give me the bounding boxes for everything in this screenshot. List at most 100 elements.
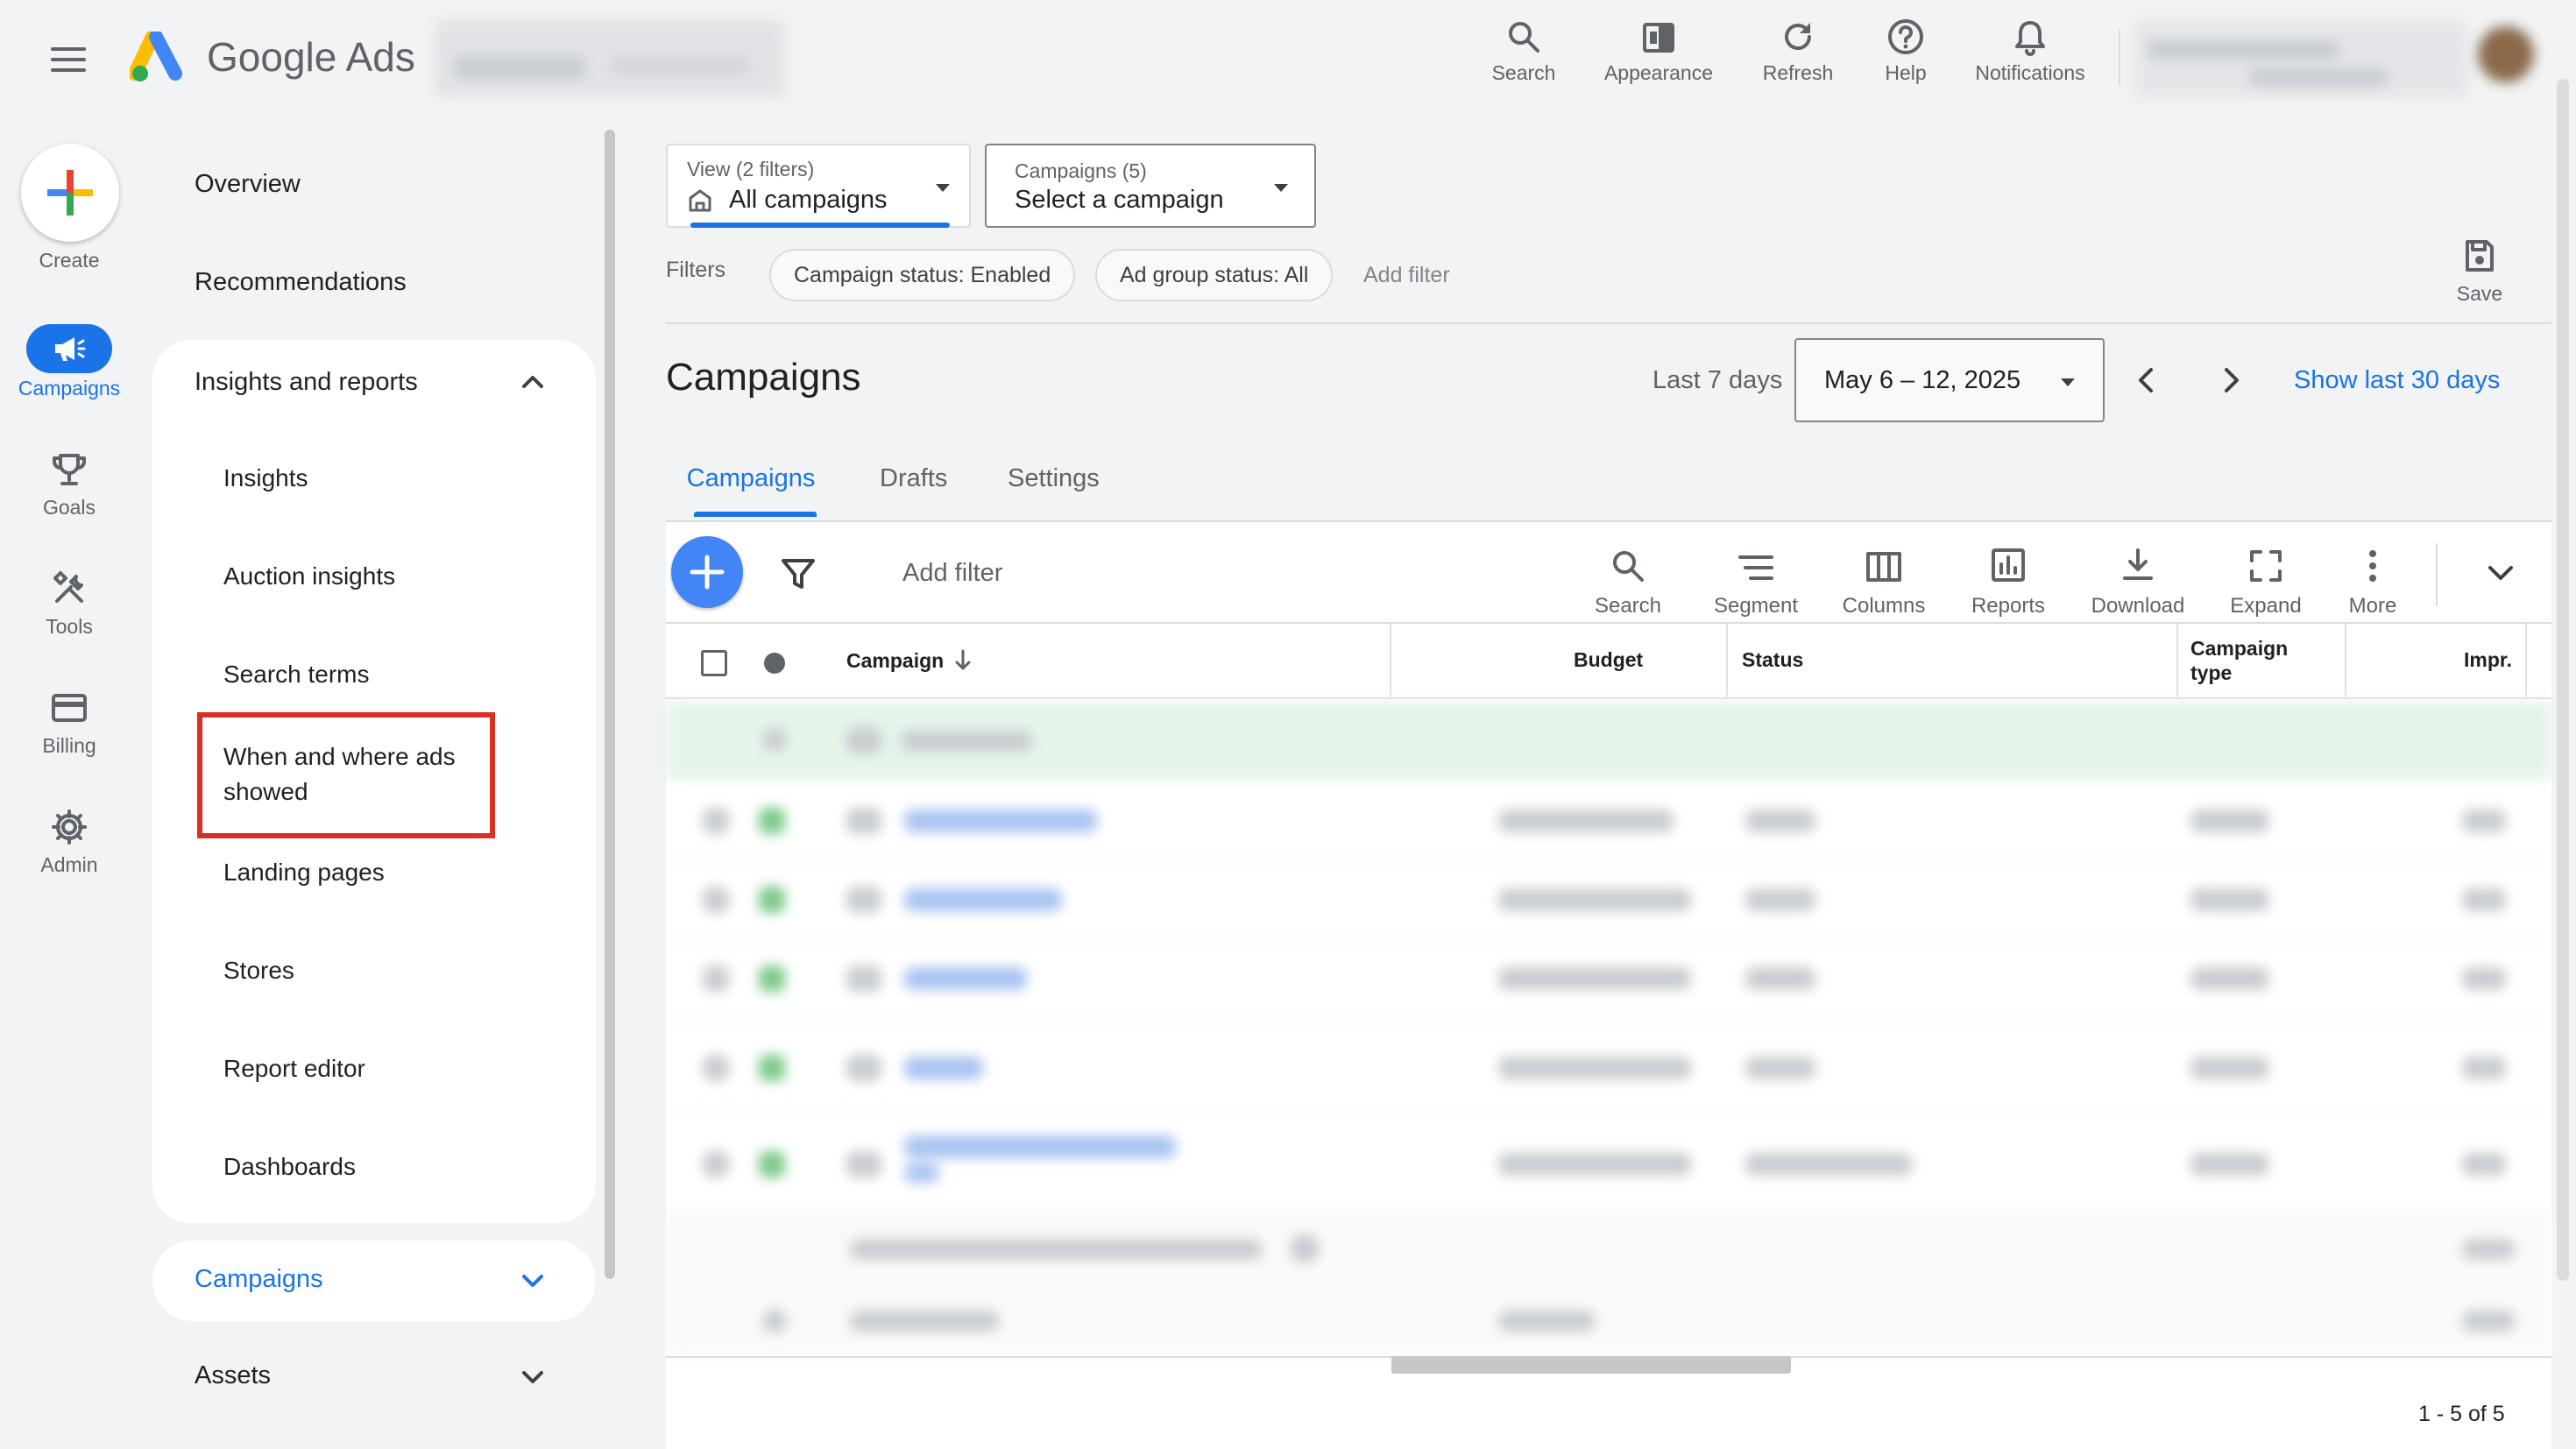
nav-report-editor[interactable]: Report editor bbox=[223, 1055, 365, 1083]
col-header-budget[interactable]: Budget bbox=[1574, 648, 1643, 672]
account-info[interactable] bbox=[2134, 19, 2467, 98]
rail-billing-label: Billing bbox=[42, 734, 96, 757]
campaign-selector[interactable]: Campaigns (5) Select a campaign bbox=[985, 144, 1316, 228]
view-selector-caption: View (2 filters) bbox=[687, 158, 815, 180]
trophy-icon bbox=[53, 454, 86, 485]
rail-campaigns[interactable]: Campaigns bbox=[0, 324, 138, 400]
header-appearance-button[interactable]: Appearance bbox=[1584, 12, 1733, 85]
page-scrollbar[interactable] bbox=[2557, 79, 2569, 1281]
col-header-status[interactable]: Status bbox=[1742, 648, 1803, 672]
col-header-campaign-type-line1: Campaign bbox=[2190, 637, 2289, 660]
toolbar-segment-button[interactable]: Segment bbox=[1703, 534, 1808, 618]
toolbar-reports-button[interactable]: Reports bbox=[1956, 534, 2061, 618]
main-menu-button[interactable] bbox=[44, 39, 93, 81]
download-icon bbox=[2123, 548, 2153, 580]
filter-button[interactable] bbox=[778, 554, 818, 594]
nav-insights[interactable]: Insights bbox=[223, 464, 308, 492]
dropdown-arrow-icon bbox=[2061, 378, 2075, 386]
filter-chip-ad-group-status[interactable]: Ad group status: All bbox=[1095, 249, 1334, 301]
filter-chip-campaign-status-label: Campaign status: Enabled bbox=[794, 262, 1051, 287]
toolbar-search-button[interactable]: Search bbox=[1575, 534, 1681, 618]
col-header-impressions[interactable]: Impr. bbox=[2464, 648, 2512, 672]
dropdown-arrow-icon bbox=[936, 184, 950, 192]
col-header-campaign-label: Campaign bbox=[846, 648, 945, 672]
date-prev-button[interactable] bbox=[2127, 361, 2166, 399]
tab-campaigns[interactable]: Campaigns bbox=[680, 461, 822, 520]
nav-campaigns-group-label: Campaigns bbox=[195, 1265, 323, 1293]
nav-landing-pages[interactable]: Landing pages bbox=[223, 859, 385, 887]
tab-drafts[interactable]: Drafts bbox=[880, 464, 947, 493]
avatar[interactable] bbox=[2478, 26, 2534, 82]
nav-recommendations[interactable]: Recommendations bbox=[195, 268, 407, 297]
rail-goals-label: Goals bbox=[42, 496, 96, 519]
help-icon bbox=[1888, 19, 1923, 54]
date-range-value: May 6 – 12, 2025 bbox=[1824, 366, 2021, 394]
header-appearance-label: Appearance bbox=[1603, 61, 1714, 84]
account-selector[interactable] bbox=[435, 19, 785, 98]
nav-overview[interactable]: Overview bbox=[195, 170, 301, 199]
header-search-label: Search bbox=[1491, 61, 1556, 84]
col-divider bbox=[1726, 624, 1728, 697]
table-horizontal-scrollbar[interactable] bbox=[1391, 1356, 1791, 1374]
nav-dashboards[interactable]: Dashboards bbox=[223, 1153, 356, 1181]
toolbar-columns-label: Columns bbox=[1842, 594, 1926, 618]
plus-icon bbox=[47, 170, 93, 216]
search-icon bbox=[1509, 22, 1539, 53]
tab-settings[interactable]: Settings bbox=[1008, 464, 1100, 493]
rail-tools-label: Tools bbox=[46, 615, 93, 638]
nav-auction-insights[interactable]: Auction insights bbox=[223, 562, 395, 590]
columns-icon bbox=[1866, 552, 1901, 582]
toolbar-search-label: Search bbox=[1594, 594, 1662, 618]
nav-campaigns-group[interactable]: Campaigns bbox=[152, 1240, 596, 1321]
add-filter-link[interactable]: Add filter bbox=[1363, 263, 1450, 288]
nav-assets-group[interactable]: Assets bbox=[152, 1340, 596, 1414]
header-search-button[interactable]: Search bbox=[1449, 12, 1598, 85]
status-header-dot bbox=[764, 653, 785, 674]
nav-scrollbar[interactable] bbox=[605, 130, 615, 1279]
col-header-campaign-type[interactable]: Campaign type bbox=[2190, 636, 2288, 685]
select-all-checkbox[interactable] bbox=[701, 650, 727, 676]
google-ads-logo-icon bbox=[130, 32, 182, 81]
date-next-button[interactable] bbox=[2212, 361, 2250, 399]
filter-chip-campaign-status[interactable]: Campaign status: Enabled bbox=[769, 249, 1076, 301]
table-body bbox=[666, 701, 2551, 1356]
header-notifications-button[interactable]: Notifications bbox=[1956, 12, 2105, 85]
tools-icon bbox=[53, 571, 83, 603]
nav-when-where-ads-showed[interactable]: When and where ads showed bbox=[223, 739, 486, 809]
toolbar-expand-button[interactable]: Expand bbox=[2213, 534, 2318, 618]
plus-icon bbox=[690, 555, 725, 590]
save-button[interactable]: Save bbox=[2436, 237, 2523, 306]
megaphone-icon bbox=[55, 337, 86, 361]
show-last-30-days-link[interactable]: Show last 30 days bbox=[2294, 366, 2500, 395]
toolbar-divider bbox=[2436, 543, 2438, 606]
col-header-campaign[interactable]: Campaign bbox=[846, 648, 973, 673]
col-header-campaign-type-line2: type bbox=[2190, 661, 2233, 684]
rail-admin[interactable]: Admin bbox=[0, 806, 138, 877]
chevron-left-icon bbox=[2139, 368, 2153, 392]
view-selector-underline bbox=[690, 223, 950, 228]
toolbar-more-button[interactable]: More bbox=[2320, 534, 2425, 618]
view-selector[interactable]: View (2 filters) All campaigns bbox=[666, 144, 971, 228]
nav-stores[interactable]: Stores bbox=[223, 957, 294, 985]
search-icon bbox=[1613, 551, 1644, 582]
nav-search-terms[interactable]: Search terms bbox=[223, 661, 370, 689]
menu-icon bbox=[51, 47, 86, 72]
filter-chip-ad-group-status-label: Ad group status: All bbox=[1120, 262, 1309, 287]
create-button[interactable] bbox=[21, 144, 119, 242]
google-ads-logo[interactable] bbox=[130, 32, 191, 86]
filters-label: Filters bbox=[666, 258, 726, 282]
toolbar-columns-button[interactable]: Columns bbox=[1831, 534, 1936, 618]
toolbar-collapse-button[interactable] bbox=[2483, 555, 2518, 590]
rail-billing[interactable]: Billing bbox=[0, 687, 138, 758]
toolbar-download-button[interactable]: Download bbox=[2085, 534, 2190, 618]
add-campaign-button[interactable] bbox=[671, 536, 743, 608]
rail-goals[interactable]: Goals bbox=[0, 449, 138, 520]
rail-tools[interactable]: Tools bbox=[0, 568, 138, 639]
arrow-down-icon bbox=[955, 649, 971, 670]
toolbar-expand-label: Expand bbox=[2230, 594, 2302, 618]
date-range-picker[interactable]: May 6 – 12, 2025 bbox=[1794, 338, 2105, 422]
toolbar-add-filter[interactable]: Add filter bbox=[902, 559, 1002, 588]
credit-card-icon bbox=[52, 694, 87, 722]
nav-insights-reports[interactable]: Insights and reports bbox=[152, 349, 596, 415]
chevron-up-icon bbox=[522, 376, 543, 388]
